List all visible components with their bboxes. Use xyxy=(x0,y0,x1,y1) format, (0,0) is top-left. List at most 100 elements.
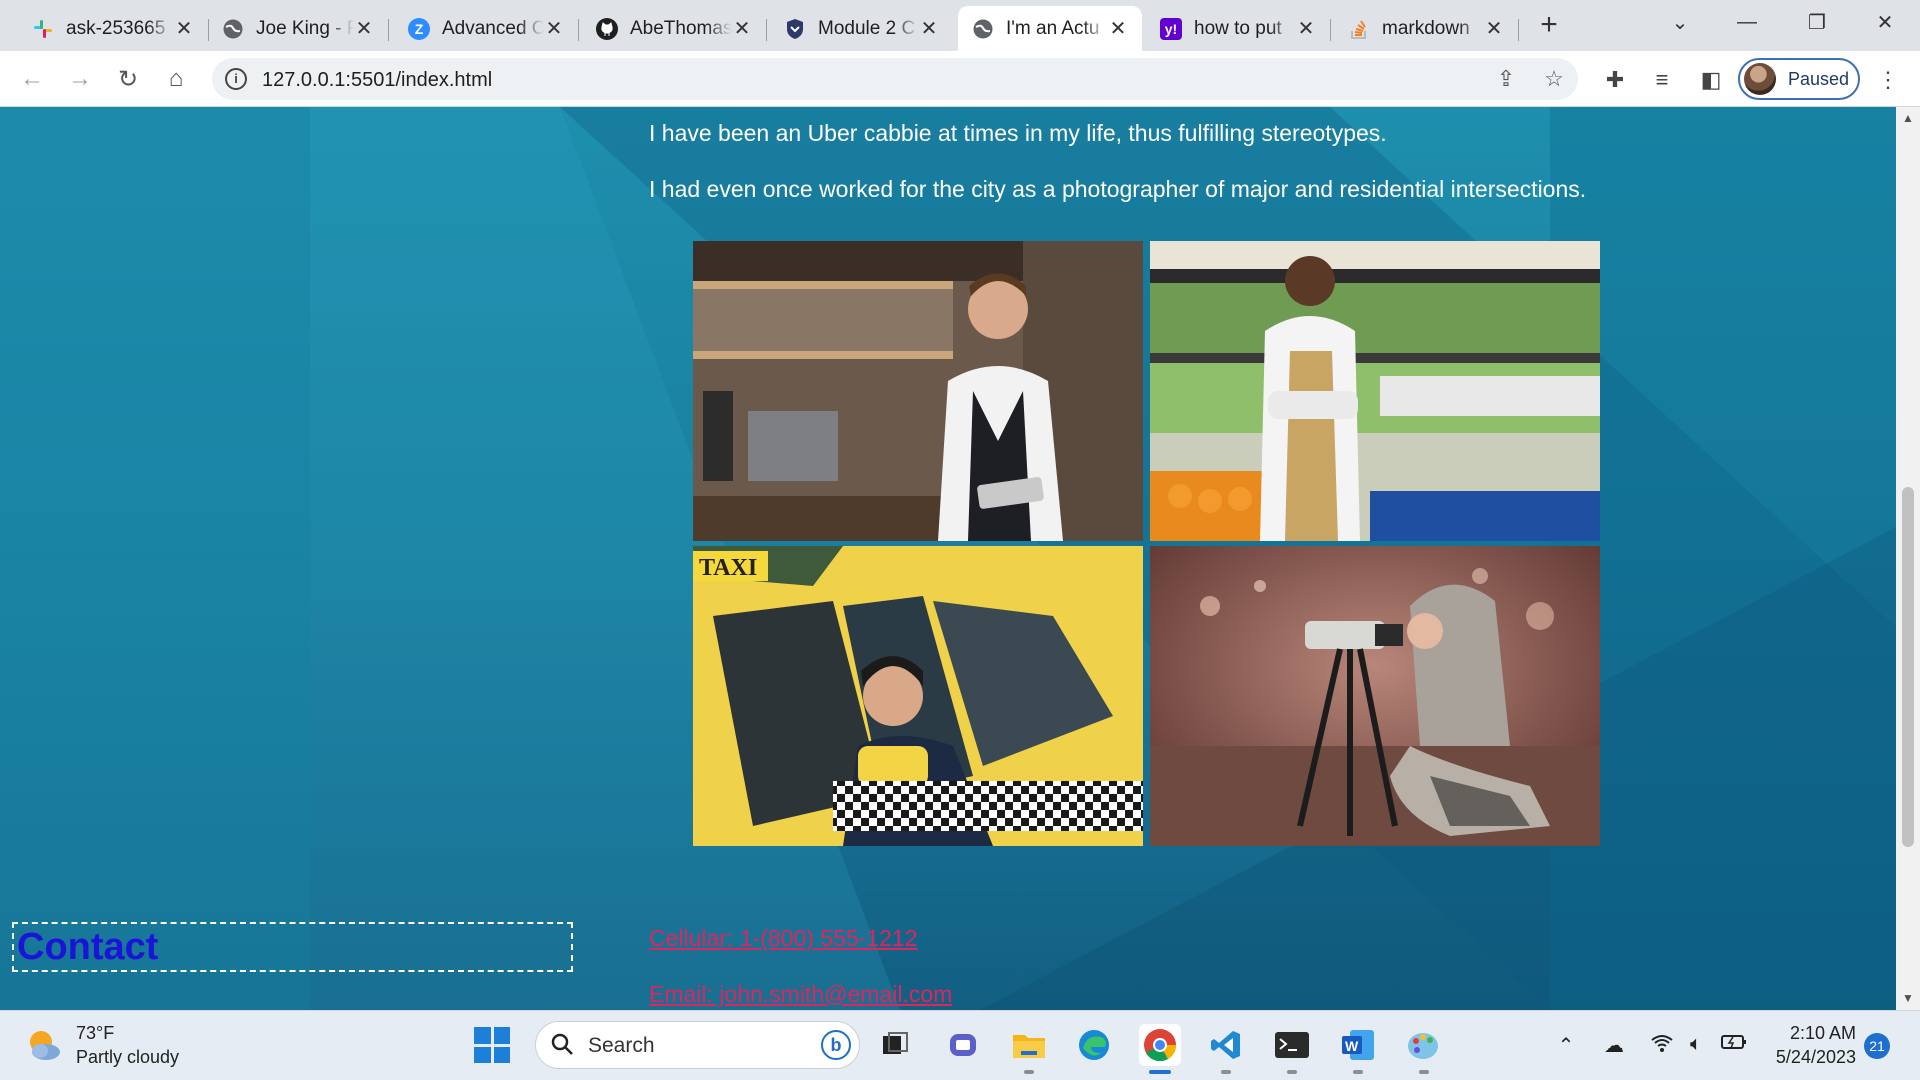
close-icon[interactable]: ✕ xyxy=(174,16,194,41)
tab-title: markdown xyxy=(1382,17,1470,39)
site-info-icon[interactable]: i xyxy=(225,68,247,90)
weather-widget[interactable]: 73°F Partly cloudy xyxy=(26,1021,179,1069)
scroll-down-arrow-icon[interactable]: ▼ xyxy=(1896,991,1920,1005)
paragraph-photographer: I had even once worked for the city as a… xyxy=(649,176,1587,202)
weather-description: Partly cloudy xyxy=(76,1047,180,1067)
photographer-photo xyxy=(1150,546,1600,846)
onedrive-cloud-icon[interactable]: ☁ xyxy=(1600,1033,1628,1058)
photo-grid: TAXI xyxy=(693,241,1600,846)
profile-status: Paused xyxy=(1788,68,1850,89)
scrollbar-thumb[interactable] xyxy=(1902,487,1914,847)
bing-icon[interactable]: b xyxy=(821,1030,851,1060)
tab-title: ask-253665 xyxy=(66,17,166,39)
tab-advanced[interactable]: Z Advanced C ✕ xyxy=(394,6,579,51)
running-indicator xyxy=(1419,1070,1429,1074)
yahoo-icon: y! xyxy=(1160,17,1182,40)
task-view-icon[interactable] xyxy=(874,1024,916,1066)
close-icon[interactable]: ✕ xyxy=(1108,16,1128,41)
minimize-icon[interactable]: — xyxy=(1712,0,1782,44)
close-icon[interactable]: ✕ xyxy=(919,16,939,41)
tab-title: Module 2 C xyxy=(818,17,916,39)
paint-icon[interactable] xyxy=(1403,1024,1445,1074)
running-indicator xyxy=(1353,1070,1363,1074)
tab-joe-king[interactable]: Joe King - P ✕ xyxy=(208,6,389,51)
tab-slack[interactable]: ask-253665 ✕ xyxy=(18,6,209,51)
running-indicator xyxy=(1287,1070,1297,1074)
extensions-puzzle-icon[interactable]: ✚ xyxy=(1601,66,1629,94)
file-explorer-icon[interactable] xyxy=(1008,1024,1050,1074)
wifi-icon[interactable] xyxy=(1648,1033,1676,1059)
back-arrow-icon[interactable]: ← xyxy=(13,60,51,98)
close-icon[interactable]: ✕ xyxy=(1296,16,1316,41)
tab-github[interactable]: AbeThomas ✕ xyxy=(582,6,767,51)
system-clock[interactable]: 2:10 AM 5/24/2023 xyxy=(1760,1021,1856,1069)
tab-title: AbeThomas xyxy=(630,17,732,39)
github-icon xyxy=(596,17,618,40)
zoom-icon: Z xyxy=(408,17,430,40)
close-icon[interactable]: ✕ xyxy=(732,16,752,41)
taxi-driver-photo: TAXI xyxy=(693,546,1143,846)
tab-search-chevron-icon[interactable]: ⌄ xyxy=(1645,0,1715,44)
side-panel-icon[interactable]: ◧ xyxy=(1697,66,1725,94)
teams-chat-icon[interactable] xyxy=(942,1024,984,1066)
scroll-up-arrow-icon[interactable]: ▲ xyxy=(1896,111,1920,125)
page-scrollbar[interactable]: ▲ ▼ xyxy=(1896,107,1920,1010)
tab-title: how to put xyxy=(1194,17,1282,39)
edge-icon[interactable] xyxy=(1073,1024,1115,1066)
tab-title: Advanced C xyxy=(442,17,544,39)
terminal-icon[interactable] xyxy=(1271,1024,1313,1074)
barista-photo xyxy=(693,241,1143,541)
contact-section: Contact xyxy=(12,922,573,972)
new-tab-button[interactable]: + xyxy=(1531,8,1567,44)
close-icon[interactable]: ✕ xyxy=(1484,16,1504,41)
home-icon[interactable]: ⌂ xyxy=(157,60,195,98)
vscode-icon[interactable] xyxy=(1205,1024,1247,1074)
tab-title: I'm an Actu xyxy=(1006,17,1100,39)
battery-icon[interactable] xyxy=(1720,1033,1748,1057)
url-text[interactable]: 127.0.0.1:5501/index.html xyxy=(262,69,492,92)
notification-badge[interactable]: 21 xyxy=(1864,1033,1890,1059)
tab-yahoo[interactable]: y! how to put ✕ xyxy=(1146,6,1331,51)
running-indicator xyxy=(1024,1070,1034,1074)
bookmark-star-icon[interactable]: ☆ xyxy=(1542,67,1566,91)
running-indicator xyxy=(1221,1070,1231,1074)
browser-toolbar: ← → ↻ ⌂ i 127.0.0.1:5501/index.html ⇪ ☆ … xyxy=(0,51,1920,107)
clock-date: 5/24/2023 xyxy=(1775,1047,1856,1067)
paragraph-uber: I have been an Uber cabbie at times in m… xyxy=(649,120,1387,146)
close-window-icon[interactable]: ✕ xyxy=(1850,0,1920,44)
tab-markdown[interactable]: markdown ✕ xyxy=(1334,6,1519,51)
close-icon[interactable]: ✕ xyxy=(544,16,564,41)
globe-icon xyxy=(222,18,244,40)
windows-start-icon[interactable] xyxy=(474,1027,510,1063)
tab-strip: ask-253665 ✕ Joe King - P ✕ Z Advanced C… xyxy=(0,0,1920,51)
globe-icon xyxy=(972,18,994,40)
svg-text:W: W xyxy=(1345,1038,1359,1054)
more-menu-icon[interactable]: ⋮ xyxy=(1874,66,1902,94)
page-viewport: I have been an Uber cabbie at times in m… xyxy=(0,107,1896,1010)
email-link[interactable]: Email: john.smith@email.com xyxy=(649,981,952,1008)
search-icon xyxy=(551,1033,573,1055)
volume-icon[interactable]: 🔈︎ xyxy=(1682,1033,1710,1056)
partly-cloudy-icon xyxy=(26,1027,62,1063)
reload-icon[interactable]: ↻ xyxy=(109,60,147,98)
slack-icon xyxy=(32,18,54,40)
tab-module[interactable]: Module 2 C ✕ xyxy=(770,6,953,51)
chrome-icon[interactable] xyxy=(1139,1024,1181,1074)
profile-button[interactable]: Paused xyxy=(1738,58,1860,100)
tab-title: Joe King - P xyxy=(256,17,354,39)
phone-link[interactable]: Cellular: 1-(800) 555-1212 xyxy=(649,925,918,952)
media-queue-icon[interactable]: ≡ xyxy=(1648,66,1676,94)
taskbar-search[interactable]: Search b xyxy=(535,1021,860,1069)
stack-overflow-icon xyxy=(1348,18,1370,40)
word-icon[interactable]: W xyxy=(1337,1024,1379,1074)
svg-text:TAXI: TAXI xyxy=(699,555,757,581)
restore-icon[interactable]: ❐ xyxy=(1782,0,1852,44)
tab-active-page[interactable]: I'm an Actu ✕ xyxy=(958,6,1142,51)
temperature: 73°F xyxy=(76,1023,115,1043)
forward-arrow-icon[interactable]: → xyxy=(61,60,99,98)
chevron-up-icon[interactable]: ⌃ xyxy=(1552,1033,1580,1058)
shield-icon xyxy=(784,18,806,40)
share-icon[interactable]: ⇪ xyxy=(1494,67,1518,91)
address-bar[interactable]: i 127.0.0.1:5501/index.html ⇪ ☆ xyxy=(212,58,1578,100)
close-icon[interactable]: ✕ xyxy=(354,16,374,41)
